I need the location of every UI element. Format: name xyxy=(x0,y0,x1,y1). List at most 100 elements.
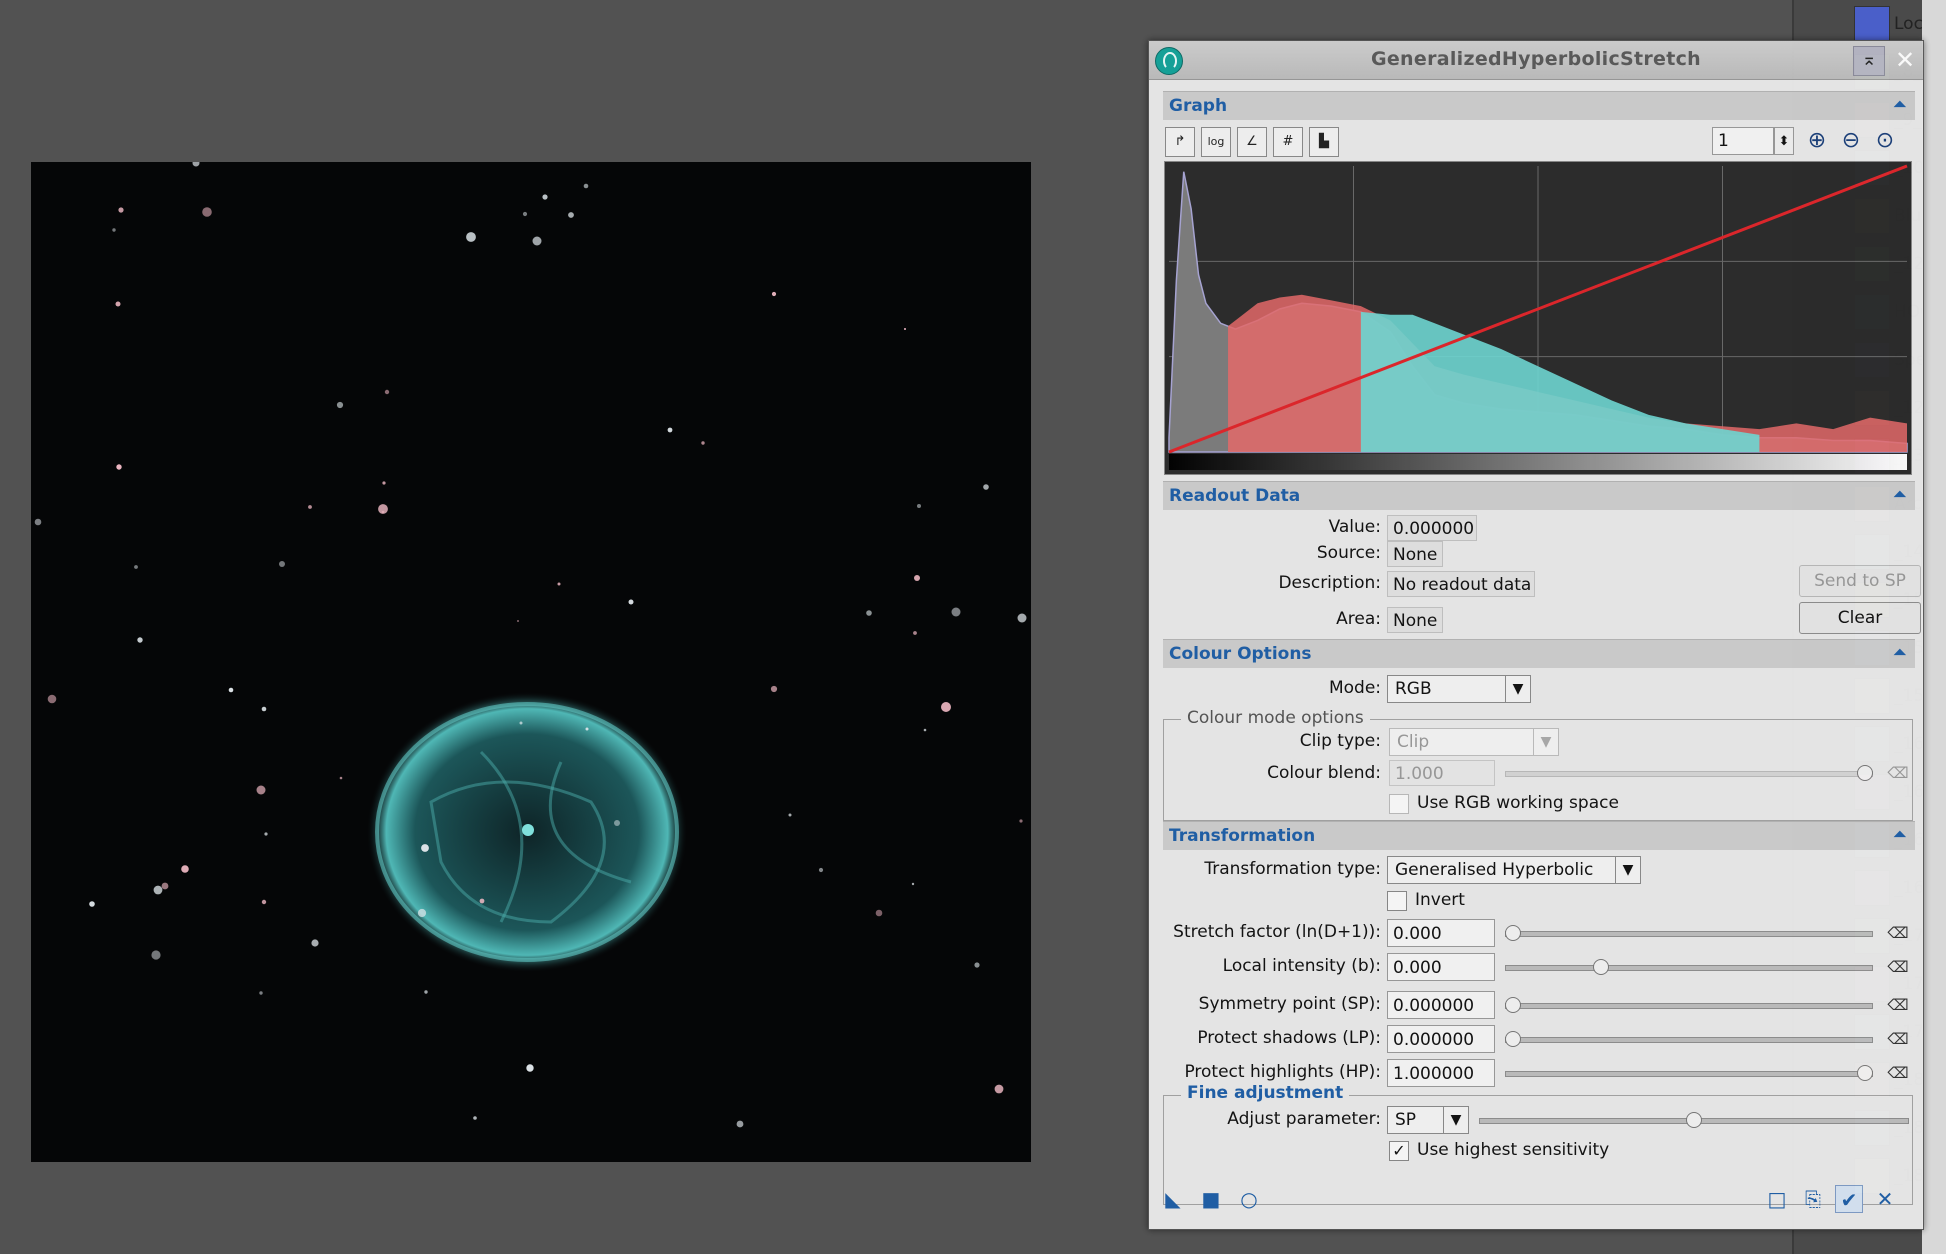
graph-section-header[interactable]: Graph ⏶ xyxy=(1163,91,1915,120)
star xyxy=(788,813,792,817)
reset-protect-highlights-icon[interactable]: ⌫ xyxy=(1887,1063,1909,1083)
colour-blend-slider[interactable] xyxy=(1505,763,1873,783)
clear-button[interactable]: Clear xyxy=(1799,602,1921,634)
star xyxy=(519,721,523,725)
zoom-fit-icon[interactable]: ⊙ xyxy=(1871,127,1899,155)
documentation-icon[interactable]: ⎘ xyxy=(1799,1185,1827,1213)
check-icon: ✓ xyxy=(1392,1141,1406,1160)
invert-checkbox[interactable] xyxy=(1387,891,1407,911)
stretch-factor-slider[interactable] xyxy=(1505,923,1873,943)
zoom-spinner-icon[interactable]: ⬍ xyxy=(1774,127,1794,155)
cyan-channel-histogram xyxy=(1360,311,1760,452)
protect-shadows-field[interactable]: 0.000000 xyxy=(1387,1025,1495,1053)
protect-highlights-field[interactable]: 1.000000 xyxy=(1387,1059,1495,1087)
slider-knob[interactable] xyxy=(1592,959,1609,975)
star xyxy=(228,687,234,693)
star xyxy=(261,899,267,905)
reset-stretch-factor-icon[interactable]: ⌫ xyxy=(1887,923,1909,943)
graph-zoom-input[interactable]: 1 xyxy=(1712,127,1774,155)
chevron-down-icon: ▼ xyxy=(1533,729,1558,755)
ghs-dialog: GeneralizedHyperbolicStretch ⌅ ✕ Graph ⏶… xyxy=(1148,40,1924,1230)
star xyxy=(47,694,57,704)
execute-icon[interactable]: ✔ xyxy=(1835,1185,1863,1213)
linear-log-toggle-icon[interactable]: ↱ xyxy=(1165,127,1195,157)
readout-section-header[interactable]: Readout Data ⏶ xyxy=(1163,481,1915,510)
new-instance-icon[interactable]: ◣ xyxy=(1159,1185,1187,1213)
star xyxy=(264,832,268,836)
star xyxy=(89,901,95,907)
protect-highlights-slider[interactable] xyxy=(1505,1063,1873,1083)
star xyxy=(628,599,634,605)
reset-blend-icon[interactable]: ⌫ xyxy=(1887,763,1909,783)
histogram-icon[interactable]: ▙ xyxy=(1309,127,1339,157)
transformation-type-select[interactable]: Generalised Hyperbolic ▼ xyxy=(1387,856,1641,884)
collapse-icon[interactable]: ⏶ xyxy=(1893,642,1907,663)
slider-knob[interactable] xyxy=(1686,1112,1702,1128)
send-to-sp-button[interactable]: Send to SP xyxy=(1799,565,1921,597)
curve-icon[interactable]: ∠ xyxy=(1237,127,1267,157)
reset-local-intensity-icon[interactable]: ⌫ xyxy=(1887,957,1909,977)
highest-sensitivity-label: Use highest sensitivity xyxy=(1417,1140,1610,1160)
slider-track xyxy=(1505,1071,1873,1077)
mode-select-value: RGB xyxy=(1395,679,1432,699)
star xyxy=(542,194,548,200)
slider-knob[interactable] xyxy=(1505,1031,1521,1047)
shade-button[interactable]: ⌅ xyxy=(1853,46,1885,76)
star xyxy=(192,162,200,167)
zoom-in-icon[interactable]: ⊕ xyxy=(1803,127,1831,155)
star xyxy=(532,236,542,246)
reset-protect-shadows-icon[interactable]: ⌫ xyxy=(1887,1029,1909,1049)
star xyxy=(421,844,429,852)
reset-symmetry-point-icon[interactable]: ⌫ xyxy=(1887,995,1909,1015)
collapse-icon[interactable]: ⏶ xyxy=(1893,824,1907,845)
protect-shadows-label: Protect shadows (LP): xyxy=(1197,1028,1381,1048)
process-thumbnail-icon xyxy=(1854,6,1890,42)
collapse-icon[interactable]: ⏶ xyxy=(1893,484,1907,505)
protect-highlights-label: Protect highlights (HP): xyxy=(1184,1062,1381,1082)
mode-select[interactable]: RGB ▼ xyxy=(1387,675,1531,703)
transformation-graph[interactable] xyxy=(1164,161,1912,475)
rgb-working-space-checkbox[interactable] xyxy=(1389,794,1409,814)
symmetry-point-field[interactable]: 0.000000 xyxy=(1387,991,1495,1019)
source-label: Source: xyxy=(1316,543,1381,563)
colour-blend-field[interactable]: 1.000 xyxy=(1389,760,1495,786)
apply-global-icon[interactable]: ■ xyxy=(1197,1185,1225,1213)
local-intensity-slider[interactable] xyxy=(1505,957,1873,977)
highest-sensitivity-checkbox[interactable]: ✓ xyxy=(1389,1141,1409,1161)
protect-shadows-slider[interactable] xyxy=(1505,1029,1873,1049)
explorer-tab-edge[interactable] xyxy=(1922,0,1946,1254)
star xyxy=(308,505,312,509)
mode-label: Mode: xyxy=(1328,678,1381,698)
star xyxy=(583,183,589,189)
fine-adjustment-slider[interactable] xyxy=(1479,1110,1909,1130)
star xyxy=(557,582,561,586)
reset-all-icon[interactable]: ○ xyxy=(1235,1185,1263,1213)
image-viewport[interactable] xyxy=(31,162,1031,1162)
adjust-parameter-select[interactable]: SP ▼ xyxy=(1387,1106,1469,1134)
star xyxy=(701,441,705,445)
stretch-factor-field[interactable]: 0.000 xyxy=(1387,919,1495,947)
real-time-preview-icon[interactable]: □ xyxy=(1763,1185,1791,1213)
collapse-icon[interactable]: ⏶ xyxy=(1893,94,1907,115)
cancel-icon[interactable]: ✕ xyxy=(1871,1185,1899,1213)
adjust-parameter-value: SP xyxy=(1395,1110,1417,1130)
invert-label: Invert xyxy=(1415,890,1465,910)
slider-track xyxy=(1505,1037,1873,1043)
dialog-titlebar[interactable]: GeneralizedHyperbolicStretch ⌅ ✕ xyxy=(1149,41,1923,80)
slider-knob[interactable] xyxy=(1505,925,1521,941)
close-button[interactable]: ✕ xyxy=(1891,46,1919,74)
star xyxy=(667,427,673,433)
symmetry-point-slider[interactable] xyxy=(1505,995,1873,1015)
slider-knob[interactable] xyxy=(1857,765,1873,781)
star xyxy=(522,211,528,217)
local-intensity-field[interactable]: 0.000 xyxy=(1387,953,1495,981)
log-scale-icon[interactable]: log xyxy=(1201,127,1231,157)
transformation-section-title: Transformation xyxy=(1169,826,1316,846)
grid-icon[interactable]: # xyxy=(1273,127,1303,157)
colour-section-header[interactable]: Colour Options ⏶ xyxy=(1163,639,1915,668)
clip-type-select[interactable]: Clip ▼ xyxy=(1389,728,1559,756)
slider-knob[interactable] xyxy=(1505,997,1521,1013)
transformation-section-header[interactable]: Transformation ⏶ xyxy=(1163,821,1915,850)
slider-knob[interactable] xyxy=(1857,1065,1873,1081)
zoom-out-icon[interactable]: ⊖ xyxy=(1837,127,1865,155)
